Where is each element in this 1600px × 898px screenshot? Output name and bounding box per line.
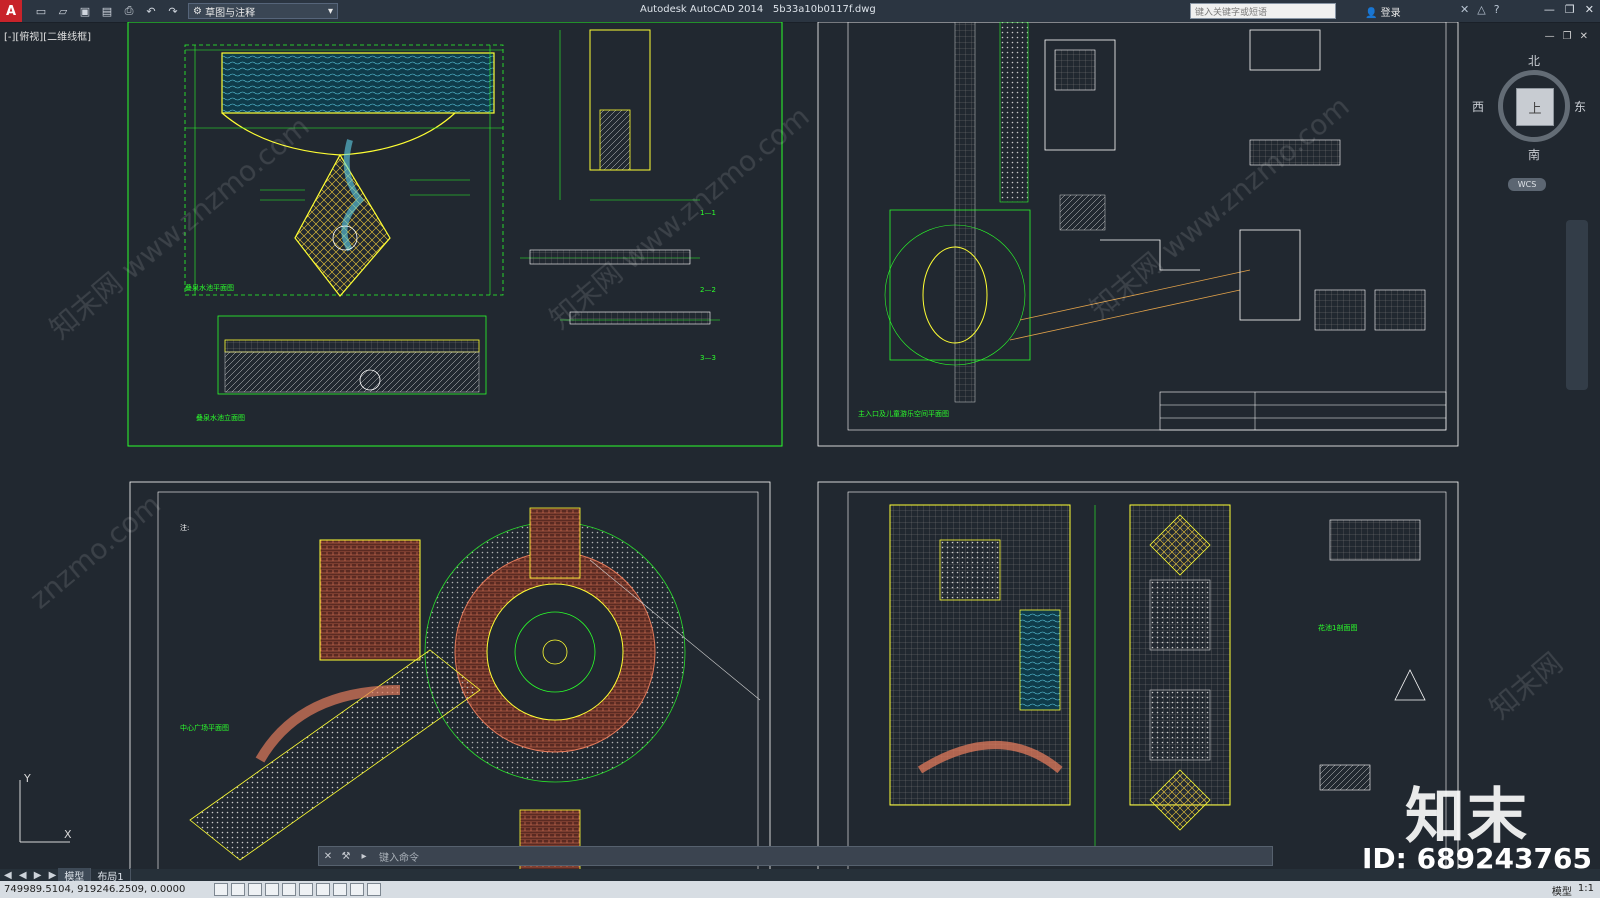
title-bar: A ▭ ▱ ▣ ▤ ⎙ ↶ ↷ ⚙ 草图与注释 ▾ Autodesk AutoC…	[0, 0, 1600, 23]
workspace-label: 草图与注释	[205, 7, 256, 19]
status-bar: 749989.5104, 919246.2509, 0.0000 模型 1:1	[0, 881, 1600, 898]
tab-navigation-arrows[interactable]: ◀ ◀ ▶ ▶	[4, 870, 58, 881]
svg-text:叠泉水池平面图: 叠泉水池平面图	[185, 283, 234, 292]
user-icon: 👤	[1365, 8, 1378, 19]
wcs-menu[interactable]: WCS	[1508, 178, 1546, 191]
command-line[interactable]: ✕ ⚒ ▸ 键入命令	[318, 846, 1273, 866]
gear-icon: ⚙	[193, 5, 206, 17]
save-as-icon[interactable]: ▤	[98, 3, 116, 19]
dynamic-input-icon[interactable]	[350, 883, 364, 896]
svg-text:知末网 www.znzmo.com: 知末网 www.znzmo.com	[543, 99, 815, 335]
svg-text:知末网 www.znzmo.com: 知末网 www.znzmo.com	[43, 109, 315, 345]
minimize-button[interactable]: —	[1544, 3, 1555, 16]
close-icon[interactable]: ✕	[319, 851, 337, 862]
svg-text:知末网 www.znzmo.com: 知末网 www.znzmo.com	[1083, 89, 1355, 325]
ucs-x-label: X	[64, 828, 72, 841]
navigation-bar[interactable]	[1566, 220, 1588, 390]
svg-text:花池1剖面图: 花池1剖面图	[1318, 623, 1357, 632]
close-drawing-button[interactable]: ✕	[1580, 31, 1588, 42]
chevron-down-icon: ▾	[327, 5, 333, 17]
compass-west[interactable]: 西	[1472, 98, 1484, 115]
drafting-settings	[214, 883, 381, 896]
ortho-mode-icon[interactable]	[248, 883, 262, 896]
dynamic-ucs-icon[interactable]	[333, 883, 347, 896]
svg-text:3—3: 3—3	[700, 354, 716, 362]
svg-text:中心广场平面图: 中心广场平面图	[180, 723, 229, 732]
quick-access-toolbar: ▭ ▱ ▣ ▤ ⎙ ↶ ↷	[32, 3, 182, 19]
restore-drawing-button[interactable]: ❐	[1563, 31, 1572, 42]
exchange-icon[interactable]: ✕	[1460, 3, 1469, 16]
svg-text:知末网: 知末网	[1483, 646, 1569, 725]
new-file-icon[interactable]: ▭	[32, 3, 50, 19]
help-search-input[interactable]: 键入关键字或短语	[1190, 3, 1336, 19]
viewport-controls[interactable]: [-][俯视][二维线框]	[4, 28, 91, 43]
ucs-y-label: Y	[23, 772, 31, 785]
restore-button[interactable]: ❐	[1565, 3, 1575, 16]
open-file-icon[interactable]: ▱	[54, 3, 72, 19]
viewcube[interactable]: 上 北 南 西 东 WCS	[1472, 54, 1586, 191]
sheet-3: 注: 中心广场平面图	[129, 481, 771, 870]
undo-icon[interactable]: ↶	[142, 3, 160, 19]
redo-icon[interactable]: ↷	[164, 3, 182, 19]
drawing-canvas[interactable]: 叠泉水池平面图 叠泉水池立面图 1—1 2—2 3—3 主入口及儿童游乐空间平面…	[0, 22, 1600, 870]
model-space-toggle[interactable]: 模型	[1552, 883, 1572, 898]
coordinates-readout[interactable]: 749989.5104, 919246.2509, 0.0000	[4, 884, 204, 895]
wrench-icon[interactable]: ⚒	[337, 851, 355, 862]
annotation-scale[interactable]: 1:1	[1578, 883, 1594, 898]
command-prompt-icon: ▸	[361, 850, 367, 862]
object-snap-icon[interactable]	[282, 883, 296, 896]
autocad-logo-icon[interactable]: A	[0, 0, 22, 22]
svg-text:注:: 注:	[180, 523, 189, 532]
print-icon[interactable]: ⎙	[120, 3, 138, 19]
sheet-4: 花池1剖面图	[817, 481, 1459, 870]
ucs-icon: Y X	[19, 772, 72, 843]
svg-text:znzmo.com: znzmo.com	[23, 487, 167, 615]
window-title: Autodesk AutoCAD 2014 5b33a10b0117f.dwg	[640, 4, 876, 15]
lineweight-icon[interactable]	[367, 883, 381, 896]
watermark-id: ID: 689243765	[1362, 842, 1592, 875]
compass-east[interactable]: 东	[1574, 98, 1586, 115]
3d-object-snap-icon[interactable]	[299, 883, 313, 896]
snap-mode-icon[interactable]	[214, 883, 228, 896]
polar-tracking-icon[interactable]	[265, 883, 279, 896]
status-right: 模型 1:1	[1552, 883, 1594, 898]
window-controls: — ❐ ✕	[1544, 3, 1594, 16]
workspace-dropdown[interactable]: ⚙ 草图与注释 ▾	[188, 3, 338, 19]
help-icon[interactable]: ?	[1494, 3, 1500, 16]
drawing-window-controls: — ❐ ✕	[1545, 31, 1588, 42]
titlebar-tools: ✕ △ ?	[1460, 3, 1500, 16]
svg-text:主入口及儿童游乐空间平面图: 主入口及儿童游乐空间平面图	[858, 409, 949, 418]
close-button[interactable]: ✕	[1585, 3, 1594, 16]
svg-text:叠泉水池立面图: 叠泉水池立面图	[196, 413, 245, 422]
minimize-drawing-button[interactable]: —	[1545, 31, 1555, 42]
layout-tabs: ◀ ◀ ▶ ▶ 模型 布局1	[0, 867, 1600, 883]
compass-north[interactable]: 北	[1528, 52, 1540, 69]
command-input[interactable]: 键入命令	[373, 849, 1272, 864]
login-button[interactable]: 👤 登录	[1365, 4, 1401, 19]
grid-display-icon[interactable]	[231, 883, 245, 896]
object-snap-tracking-icon[interactable]	[316, 883, 330, 896]
sheet-2: 主入口及儿童游乐空间平面图	[817, 22, 1459, 447]
svg-text:2—2: 2—2	[700, 286, 716, 294]
viewcube-top-face[interactable]: 上	[1516, 88, 1554, 126]
compass-south[interactable]: 南	[1528, 146, 1540, 163]
save-icon[interactable]: ▣	[76, 3, 94, 19]
a360-icon[interactable]: △	[1477, 3, 1485, 16]
